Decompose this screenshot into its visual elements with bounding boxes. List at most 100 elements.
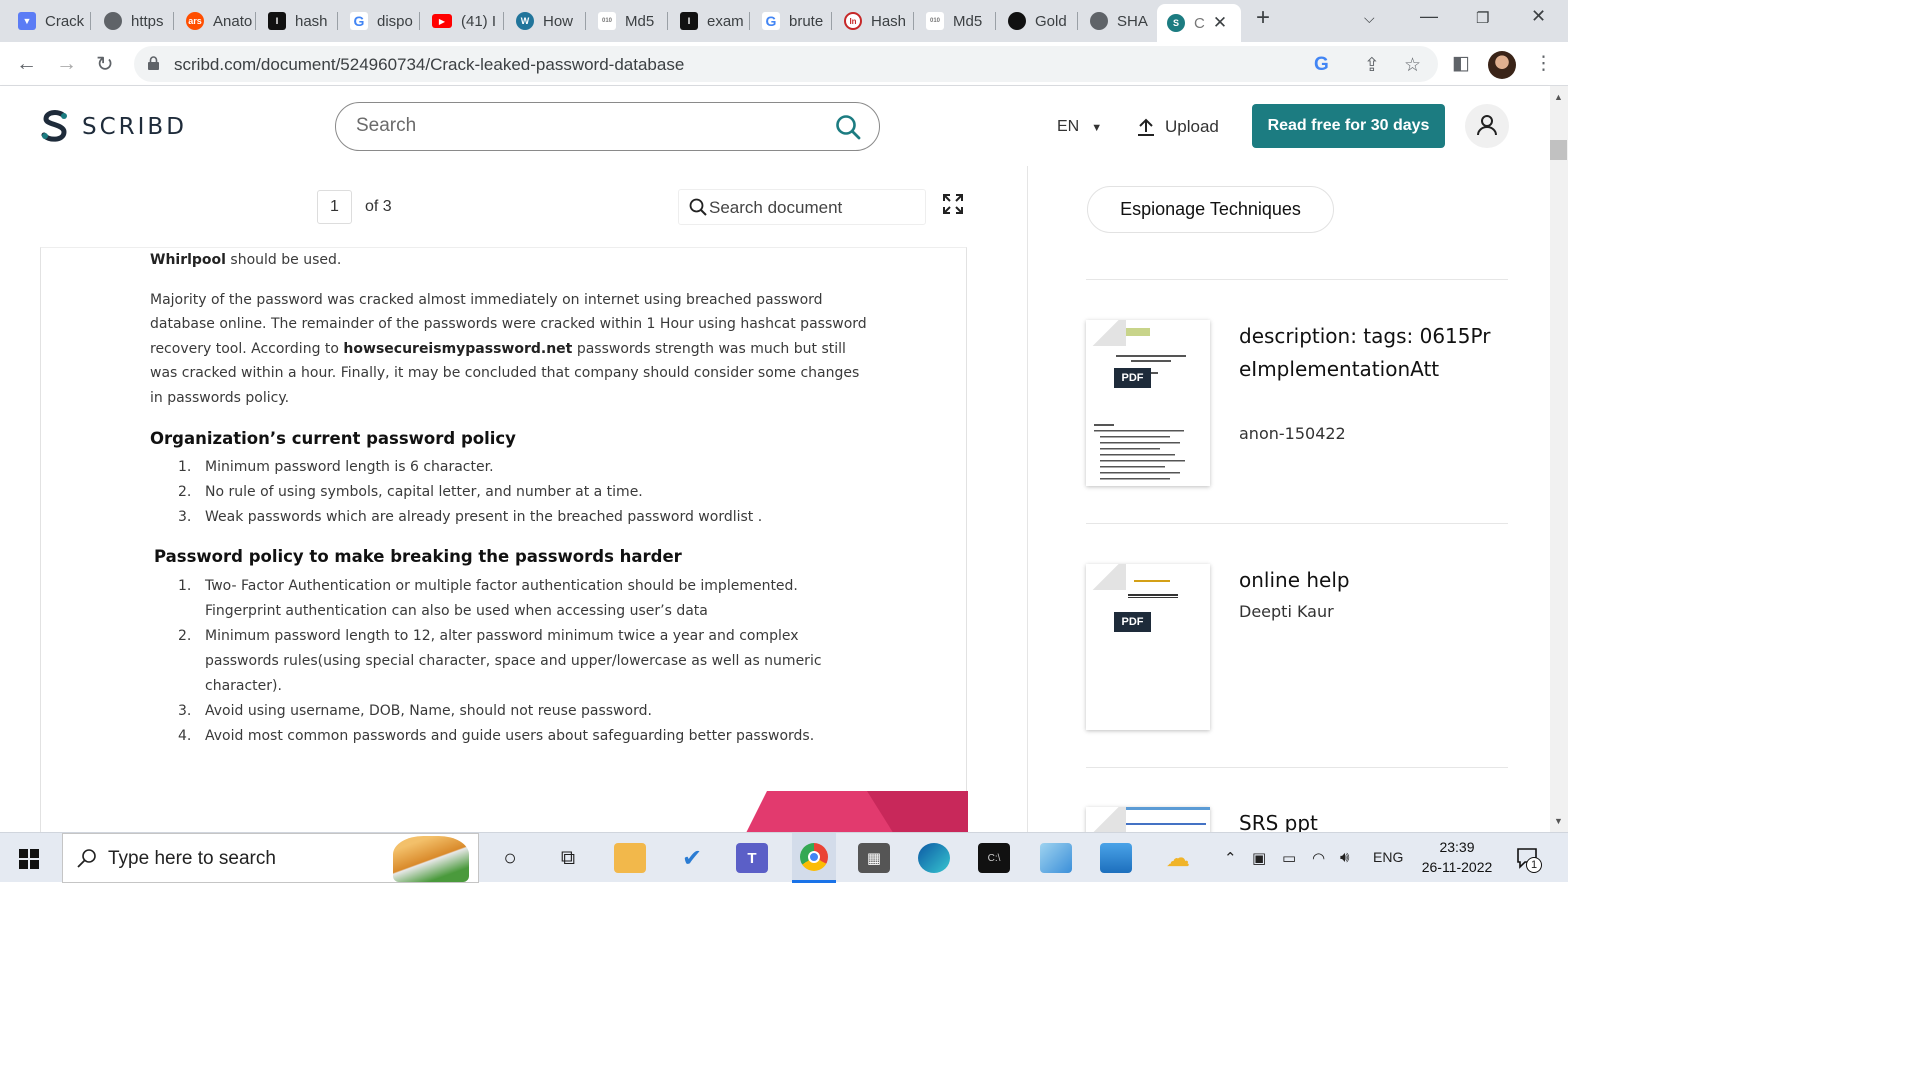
volume-icon[interactable]: 🔊︎ (1340, 849, 1349, 866)
teams-icon[interactable]: T (736, 843, 768, 873)
tab-label: (41) I (461, 12, 497, 30)
ars-icon: ars (186, 12, 204, 30)
forward-button[interactable]: → (56, 52, 77, 76)
cortana-icon[interactable]: ○ (494, 843, 526, 873)
close-tab-icon[interactable]: ✕ (1213, 13, 1227, 33)
paragraph: Whirlpool should be used. (150, 248, 870, 273)
profile-avatar[interactable] (1488, 51, 1516, 79)
site-search-box[interactable] (335, 102, 880, 151)
new-tab-button[interactable]: + (1256, 4, 1270, 32)
lock-icon[interactable] (148, 56, 159, 70)
binary-icon: 010 (598, 12, 616, 30)
address-bar[interactable]: scribd.com/document/524960734/Crack-leak… (134, 46, 1438, 82)
scroll-down-arrow-icon[interactable]: ▼ (1554, 816, 1563, 826)
tab-label: Md5 (625, 12, 655, 30)
document-thumbnail[interactable] (1086, 807, 1210, 832)
restore-button[interactable]: ❐ (1476, 9, 1489, 27)
scroll-up-arrow-icon[interactable]: ▲ (1554, 92, 1563, 102)
calculator-icon[interactable]: ▦ (858, 843, 890, 873)
browser-tab[interactable]: 010 Md5 (916, 6, 996, 36)
document-search-input[interactable] (709, 198, 914, 218)
browser-tab[interactable]: SHA (1080, 6, 1156, 36)
chrome-taskbar-button[interactable] (792, 833, 836, 883)
search-icon (77, 849, 96, 868)
divider (1086, 279, 1508, 280)
tab-label: Hash (871, 12, 907, 30)
browser-tab[interactable]: ▶ (41) I (422, 6, 504, 36)
fullscreen-icon[interactable] (942, 193, 964, 215)
terminal-icon[interactable]: C:\ (978, 843, 1010, 873)
text: should be used. (225, 252, 342, 268)
wordpress-icon: W (516, 12, 534, 30)
browser-tab[interactable]: I hash (258, 6, 338, 36)
security-icon[interactable]: ▣ (1252, 849, 1266, 867)
topic-chip[interactable]: Espionage Techniques (1087, 186, 1334, 233)
related-document-title[interactable]: description: tags: 0615PreImplementation… (1239, 320, 1499, 386)
bookmark-star-icon[interactable]: ☆ (1404, 54, 1421, 77)
browser-tab[interactable]: G dispo (340, 6, 420, 36)
windows-start-icon[interactable] (19, 849, 39, 869)
system-clock[interactable]: 23:39 26-11-2022 (1408, 837, 1506, 877)
battery-icon[interactable]: ▭ (1282, 849, 1296, 867)
scrollbar-thumb[interactable] (1550, 140, 1567, 160)
wifi-icon[interactable]: ◠ (1312, 849, 1325, 867)
taskbar-search-input[interactable] (108, 848, 378, 870)
task-view-icon[interactable]: ⧉ (552, 843, 584, 873)
related-document-title[interactable]: online help (1239, 564, 1499, 597)
account-button[interactable] (1465, 104, 1509, 148)
browser-tab[interactable]: In Hash (834, 6, 914, 36)
minimize-button[interactable]: — (1420, 6, 1438, 27)
related-document-title[interactable]: SRS ppt (1239, 807, 1499, 832)
input-language[interactable]: ENG (1373, 849, 1403, 865)
todo-icon[interactable]: ✔ (676, 843, 708, 873)
notification-count-badge: 1 (1526, 857, 1542, 873)
browser-menu-icon[interactable]: ⋮ (1534, 52, 1553, 75)
back-button[interactable]: ← (16, 52, 37, 76)
document-search-box[interactable] (678, 189, 926, 225)
show-hidden-icons-chevron-icon[interactable]: ⌃ (1224, 849, 1237, 867)
list-item: 1. Minimum password length is 6 character… (178, 458, 494, 475)
page-scrollbar[interactable]: ▲ ▼ (1550, 86, 1568, 832)
notifications-button[interactable]: 1 (1516, 847, 1542, 873)
read-free-button[interactable]: Read free for 30 days (1252, 104, 1445, 148)
language-selector[interactable]: EN ▼ (1057, 118, 1102, 136)
browser-tab[interactable]: 010 Md5 (588, 6, 668, 36)
share-icon[interactable]: ⇪ (1364, 54, 1380, 77)
related-document-author[interactable]: Deepti Kaur (1239, 602, 1334, 621)
browser-tab[interactable]: I exam (670, 6, 750, 36)
tab-label: https (131, 12, 164, 30)
file-explorer-icon[interactable] (614, 843, 646, 873)
side-panel-icon[interactable]: ◧ (1452, 52, 1470, 75)
scribd-logo-text[interactable]: SCRIBD (82, 114, 187, 140)
tab-label: SHA (1117, 12, 1148, 30)
browser-tab[interactable]: W How (506, 6, 586, 36)
related-document-author[interactable]: anon-150422 (1239, 424, 1346, 443)
chevron-down-icon: ▼ (1091, 122, 1103, 134)
list-item: 2. No rule of using symbols, capital lett… (178, 483, 643, 500)
page-number-input[interactable]: 1 (317, 190, 352, 224)
browser-tab[interactable]: G brute (752, 6, 832, 36)
browser-tab[interactable]: ars Anato (176, 6, 256, 36)
document-thumbnail[interactable] (1086, 564, 1210, 730)
close-window-button[interactable]: ✕ (1531, 6, 1546, 27)
notepad-icon[interactable] (1040, 843, 1072, 873)
upload-button[interactable]: Upload (1136, 117, 1219, 137)
document-thumbnail[interactable] (1086, 320, 1210, 486)
upload-label: Upload (1165, 117, 1219, 136)
reload-button[interactable]: ↻ (96, 52, 114, 77)
browser-tab-active[interactable]: S C ✕ (1157, 4, 1241, 42)
tab-label: Crack (45, 12, 85, 30)
browser-tab[interactable]: ▼ Crack (8, 6, 91, 36)
weather-icon[interactable]: ☁ (1162, 843, 1194, 873)
tab-search-chevron-icon[interactable]: ⌵ (1364, 10, 1375, 27)
taskbar-search-box[interactable] (62, 833, 479, 883)
search-icon[interactable] (835, 114, 861, 140)
list-item: 1. Two- Factor Authentication or multiple… (178, 577, 798, 619)
photos-icon[interactable] (1100, 843, 1132, 873)
site-search-input[interactable] (356, 115, 816, 137)
scribd-logo-icon[interactable] (40, 110, 70, 144)
browser-tab[interactable]: https (94, 6, 174, 36)
edge-icon[interactable] (918, 843, 950, 873)
google-lens-icon[interactable]: G (1314, 54, 1329, 76)
browser-tab[interactable]: Gold (998, 6, 1078, 36)
